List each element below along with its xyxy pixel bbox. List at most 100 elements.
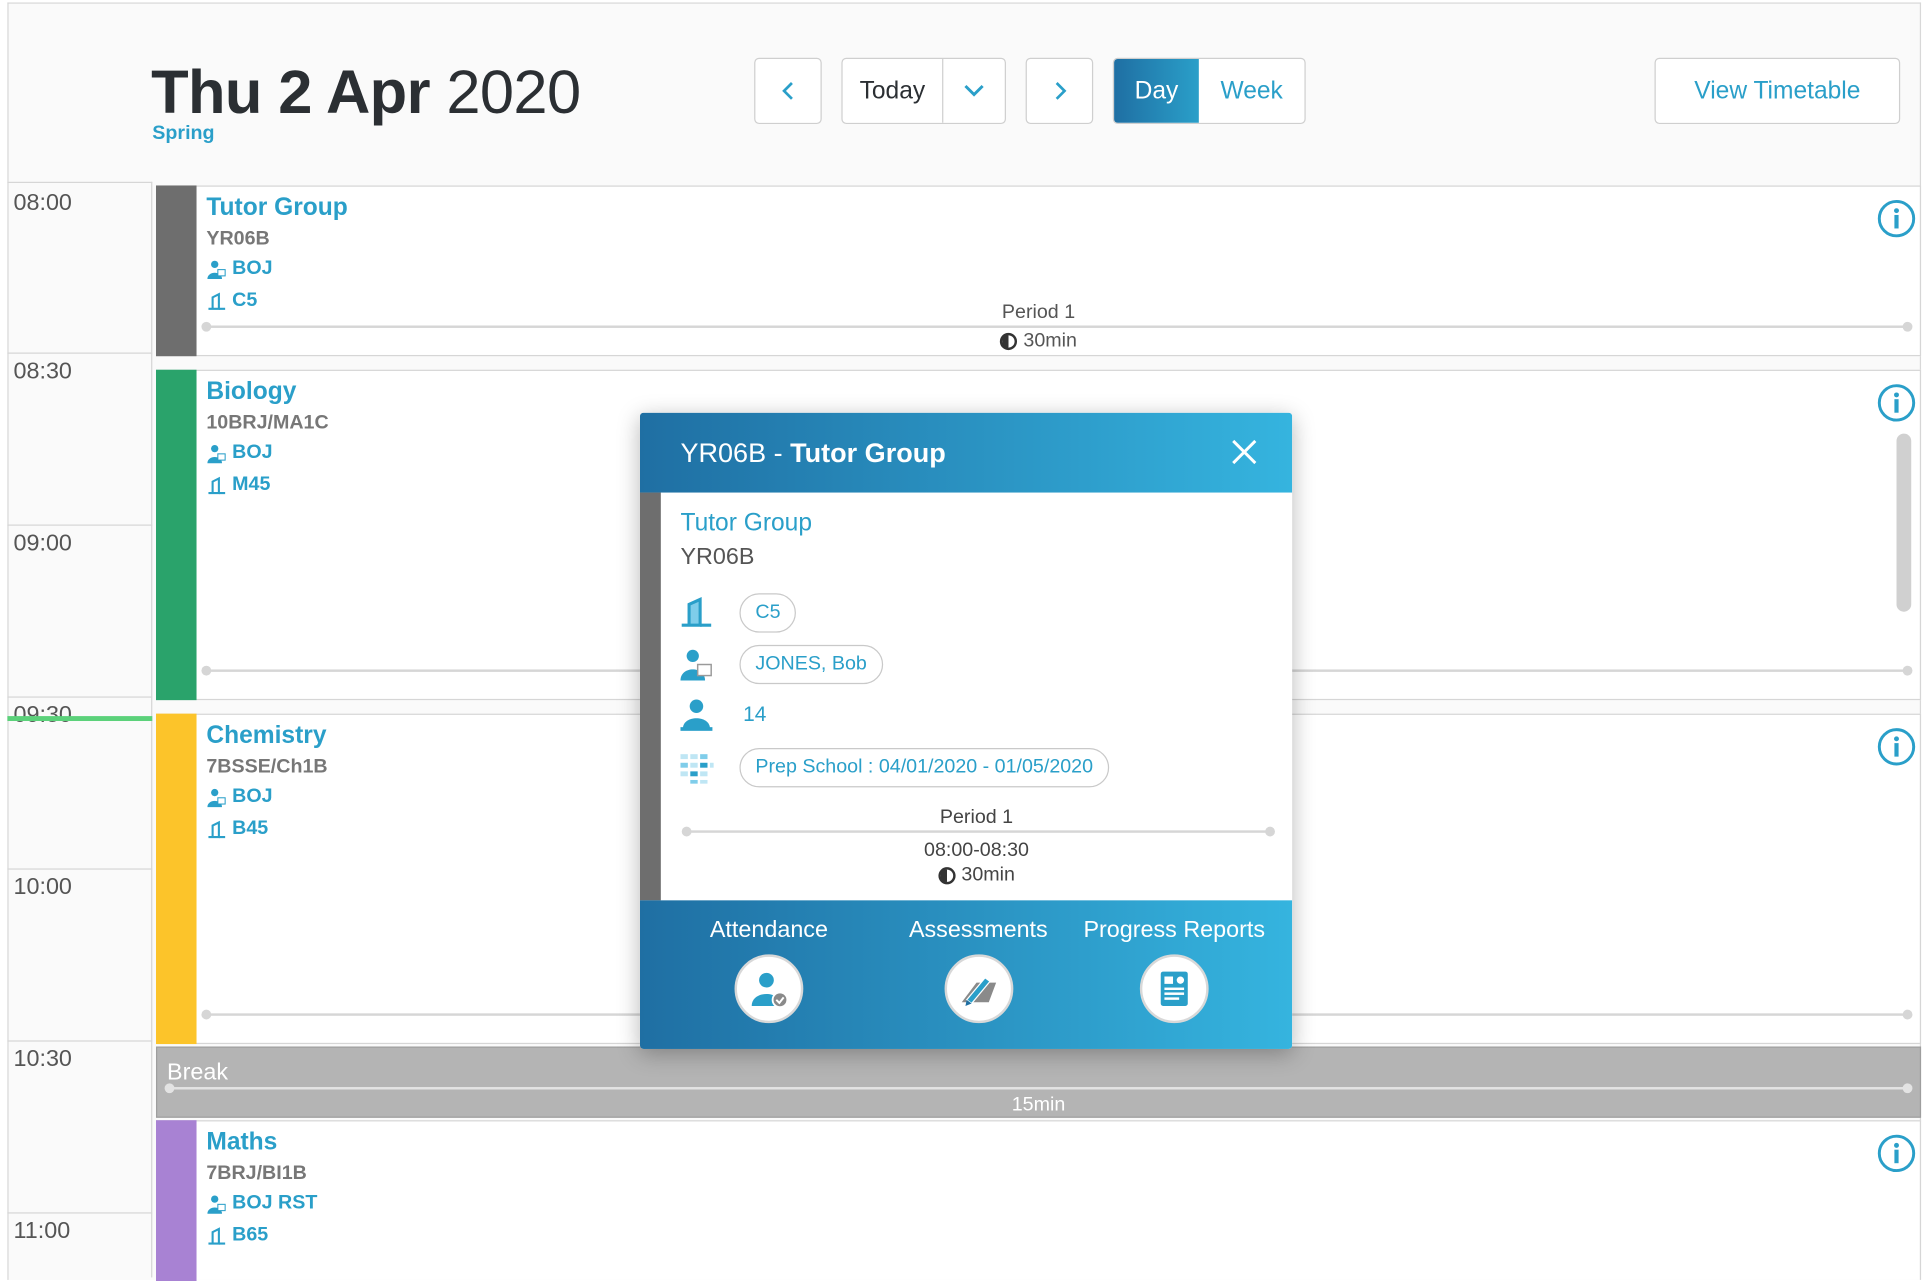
- break-duration: 15min: [1011, 1094, 1066, 1116]
- lesson-code: 7BSSE/Ch1B: [206, 756, 328, 778]
- half-clock-icon: [938, 867, 956, 885]
- report-document-icon: [1160, 971, 1188, 1006]
- info-icon[interactable]: [1877, 1134, 1916, 1173]
- prev-day-button[interactable]: [754, 57, 822, 125]
- lesson-code: 10BRJ/MA1C: [206, 412, 329, 434]
- popup-period-label: Period 1: [939, 806, 1014, 828]
- progress-reports-label: Progress Reports: [1083, 917, 1266, 944]
- lesson-teacher: BOJ RST: [206, 1193, 317, 1215]
- break-block: Break 15min: [155, 1046, 1922, 1118]
- term-chip[interactable]: Prep School : 04/01/2020 - 01/05/2020: [739, 748, 1110, 788]
- room-row: C5: [678, 593, 797, 633]
- popup-body: Tutor Group YR06B C5 JONES, Bob 14 Prep …: [639, 492, 1292, 901]
- today-button[interactable]: Today: [843, 58, 944, 123]
- day-view-button[interactable]: Day: [1114, 58, 1199, 123]
- lesson-code: YR06B: [206, 228, 270, 250]
- chevron-left-icon: [781, 82, 793, 100]
- year-label: 2020: [446, 57, 581, 127]
- half-clock-icon: [1000, 332, 1018, 351]
- lesson-card[interactable]: Maths 7BRJ/BI1B BOJ RST B65: [155, 1120, 1922, 1281]
- time-label: 08:30: [13, 358, 72, 385]
- room-door-icon: [208, 1226, 226, 1245]
- popup-group-code: YR06B: [680, 544, 755, 570]
- students-row: 14: [678, 696, 766, 733]
- teacher-chip[interactable]: JONES, Bob: [739, 644, 883, 685]
- lesson-teacher: BOJ: [206, 257, 273, 280]
- assessments-button[interactable]: [943, 954, 1013, 1024]
- view-toggle: Day Week: [1112, 57, 1306, 125]
- teacher-icon: [680, 649, 712, 681]
- period-label: Period 1: [1001, 302, 1076, 324]
- view-timetable-button[interactable]: View Timetable: [1654, 57, 1901, 125]
- next-day-button[interactable]: [1025, 57, 1094, 125]
- time-divider: [7, 696, 153, 698]
- chevron-down-icon: [964, 84, 984, 97]
- scrollbar-thumb[interactable]: [1896, 433, 1912, 612]
- period-track: [201, 321, 1913, 332]
- close-icon[interactable]: [1231, 439, 1258, 466]
- duration-value: 30min: [1023, 330, 1077, 352]
- popup-title: YR06B - Tutor Group: [680, 437, 945, 469]
- term-row: Prep School : 04/01/2020 - 01/05/2020: [678, 748, 1110, 788]
- room-code: B45: [232, 818, 269, 839]
- lesson-card[interactable]: Tutor Group YR06B BOJ C5 Period 1 30min: [155, 185, 1922, 357]
- info-icon[interactable]: [1877, 199, 1916, 238]
- lesson-room: B65: [206, 1225, 268, 1247]
- lesson-teacher: BOJ: [206, 786, 273, 808]
- time-label: 11:00: [13, 1218, 71, 1245]
- chevron-right-icon: [1055, 82, 1066, 100]
- assessments-label: Assessments: [908, 917, 1048, 944]
- lesson-color-bar: [155, 713, 197, 1045]
- duration-label: 30min: [157, 330, 1920, 356]
- teacher-row: JONES, Bob: [678, 644, 883, 685]
- date-label: Thu 2 Apr: [151, 57, 430, 127]
- lesson-title: Chemistry: [206, 722, 327, 750]
- page-title: Thu 2 Apr 2020: [151, 57, 581, 128]
- time-label: 10:00: [13, 874, 72, 901]
- lesson-details-popup: YR06B - Tutor Group Tutor Group YR06B C5…: [639, 412, 1293, 1049]
- popup-duration-value: 30min: [961, 864, 1015, 886]
- info-icon[interactable]: [1877, 383, 1916, 422]
- attendance-action[interactable]: Attendance: [708, 918, 831, 1024]
- popup-subject: Tutor Group: [680, 509, 813, 537]
- teacher-code: BOJ: [232, 786, 273, 807]
- room-door-icon: [681, 597, 712, 627]
- student-icon: [680, 699, 713, 731]
- lesson-color-bar: [155, 1120, 197, 1281]
- assessments-action[interactable]: Assessments: [902, 918, 1056, 1024]
- student-count: 14: [743, 702, 767, 726]
- room-chip[interactable]: C5: [739, 593, 797, 633]
- lesson-room: M45: [206, 474, 270, 496]
- popup-title-name: Tutor Group: [790, 437, 946, 468]
- popup-period-track: [681, 826, 1275, 837]
- season-label: Spring: [152, 122, 215, 144]
- time-divider: [7, 868, 153, 870]
- teacher-code: BOJ: [232, 257, 273, 279]
- popup-title-separator: -: [766, 437, 791, 468]
- teacher-icon: [207, 1194, 226, 1214]
- info-icon[interactable]: [1877, 727, 1916, 766]
- lesson-title: Biology: [206, 378, 297, 406]
- current-time-indicator: [7, 716, 153, 722]
- time-label: 10:30: [13, 1046, 72, 1073]
- week-view-button[interactable]: Week: [1199, 59, 1305, 123]
- progress-reports-button[interactable]: [1139, 954, 1209, 1024]
- today-dropdown-button[interactable]: [943, 59, 1004, 123]
- break-track: [164, 1083, 1913, 1094]
- progress-reports-action[interactable]: Progress Reports: [1070, 918, 1279, 1024]
- time-divider: [7, 352, 153, 354]
- attendance-label: Attendance: [709, 917, 828, 944]
- teacher-code: BOJ RST: [232, 1192, 318, 1214]
- time-divider: [7, 524, 153, 526]
- teacher-icon: [207, 260, 226, 279]
- room-door-icon: [208, 820, 226, 838]
- time-label: 08:00: [13, 190, 72, 217]
- lesson-teacher: BOJ: [206, 442, 273, 464]
- attendance-button[interactable]: [734, 954, 804, 1024]
- room-code: M45: [232, 474, 271, 496]
- lesson-title: Maths: [206, 1128, 278, 1156]
- popup-actions: Attendance Assessments Progress Reports: [639, 900, 1293, 1049]
- time-divider: [7, 1040, 153, 1042]
- time-label: 09:00: [13, 530, 72, 557]
- attendance-icon: [751, 972, 789, 1009]
